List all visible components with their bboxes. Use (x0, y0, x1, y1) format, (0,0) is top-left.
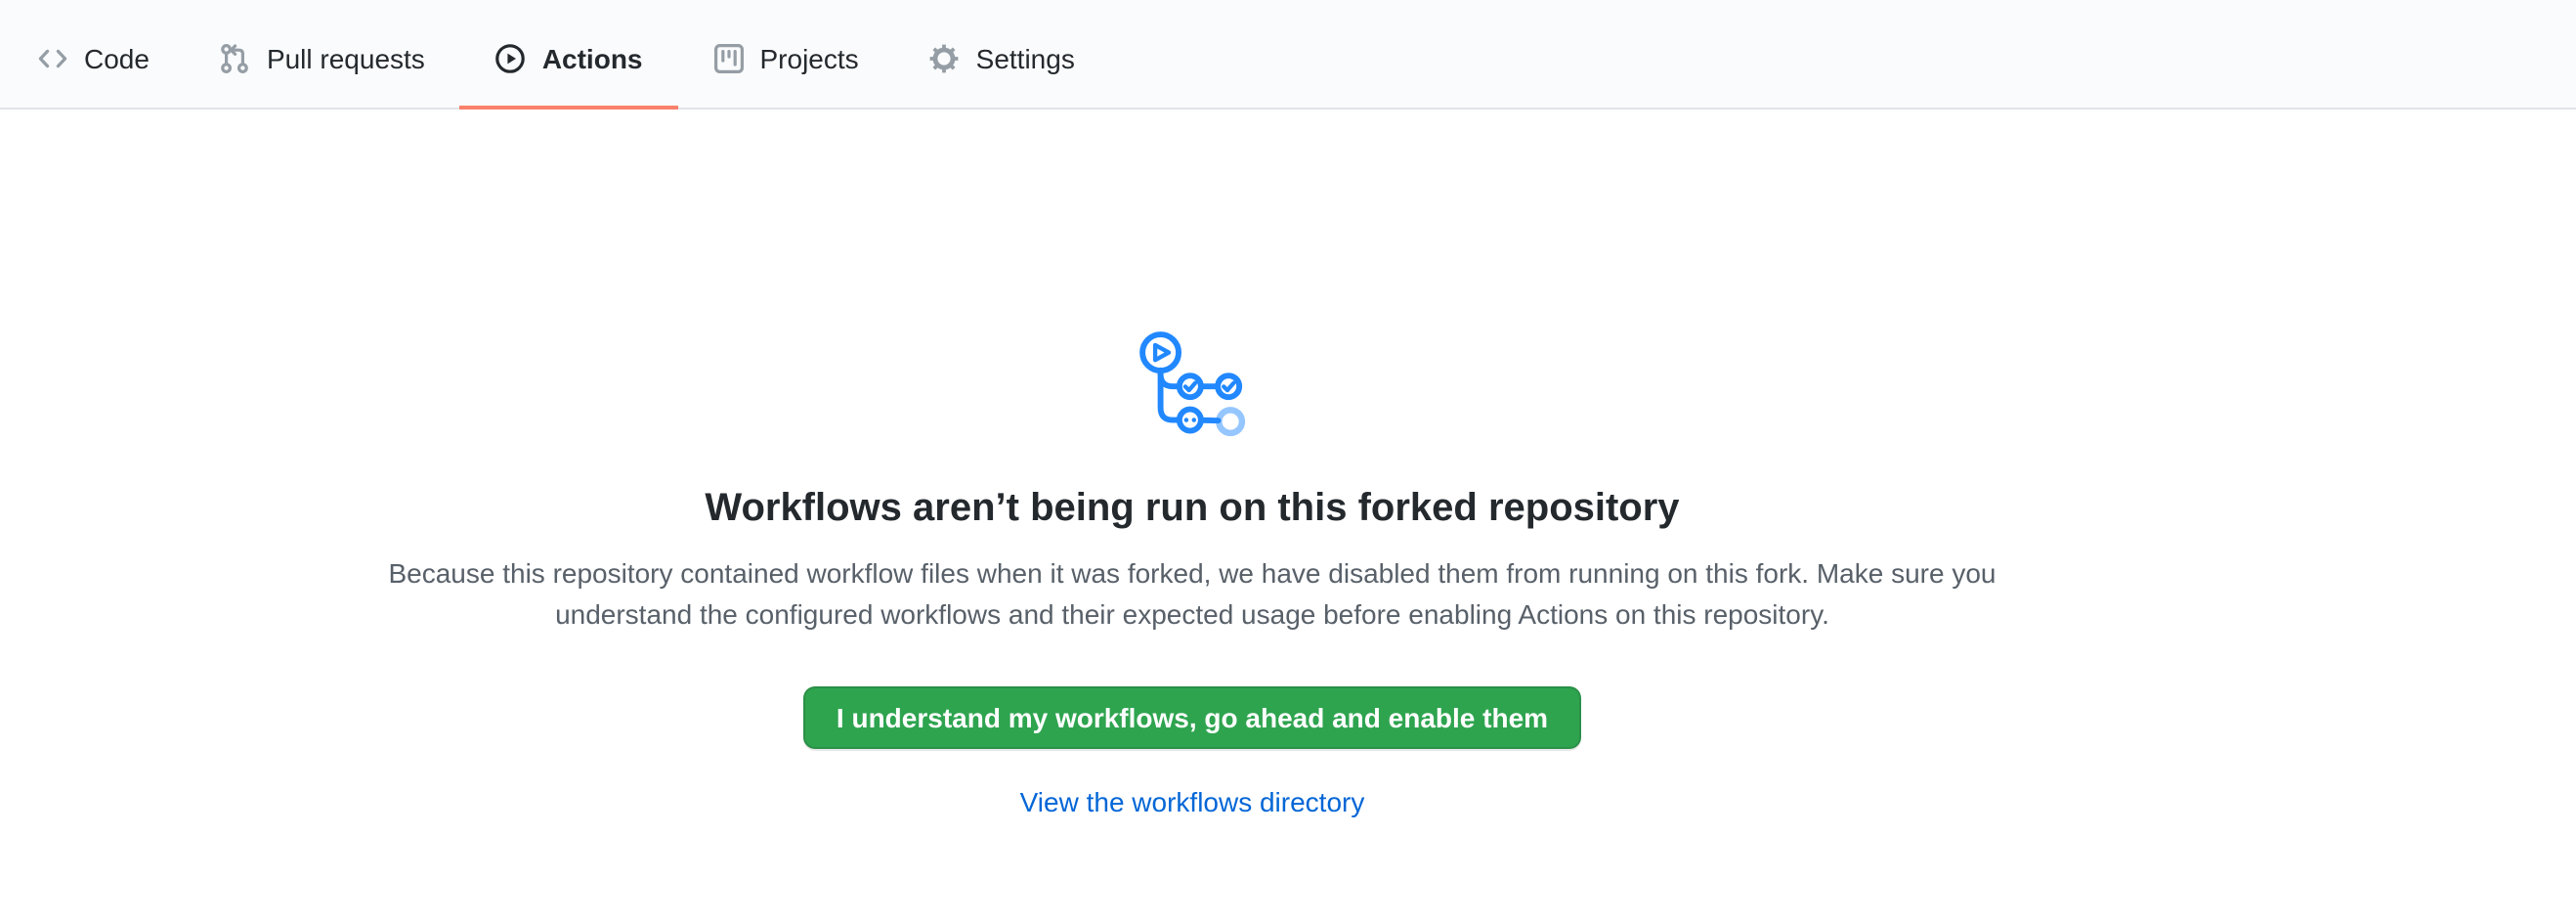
description-text: Because this repository contained workfl… (364, 553, 2021, 636)
enable-workflows-button[interactable]: I understand my workflows, go ahead and … (803, 686, 1581, 749)
page-title: Workflows aren’t being run on this forke… (705, 483, 1679, 534)
gear-icon (929, 43, 961, 74)
workflow-graph-icon (1137, 329, 1248, 440)
play-circle-icon (495, 43, 527, 74)
view-workflows-directory-link[interactable]: View the workflows directory (1020, 782, 1365, 823)
tab-projects[interactable]: Projects (678, 12, 894, 110)
actions-disabled-blankslate: Workflows aren’t being run on this forke… (313, 110, 2072, 823)
tab-pull-requests[interactable]: Pull requests (185, 12, 460, 110)
tab-code[interactable]: Code (2, 12, 185, 110)
tab-label: Settings (976, 39, 1075, 78)
code-icon (37, 43, 68, 74)
repo-tab-bar: Code Pull requests (0, 0, 2576, 110)
project-board-icon (713, 43, 745, 74)
tab-label: Code (84, 39, 150, 78)
tab-settings[interactable]: Settings (894, 12, 1110, 110)
git-pull-request-icon (220, 43, 251, 74)
tab-label: Projects (760, 39, 859, 78)
actions-page: Code Pull requests (0, 0, 2576, 923)
tab-label: Pull requests (267, 39, 425, 78)
tab-actions[interactable]: Actions (460, 12, 678, 110)
tab-label: Actions (542, 39, 643, 78)
